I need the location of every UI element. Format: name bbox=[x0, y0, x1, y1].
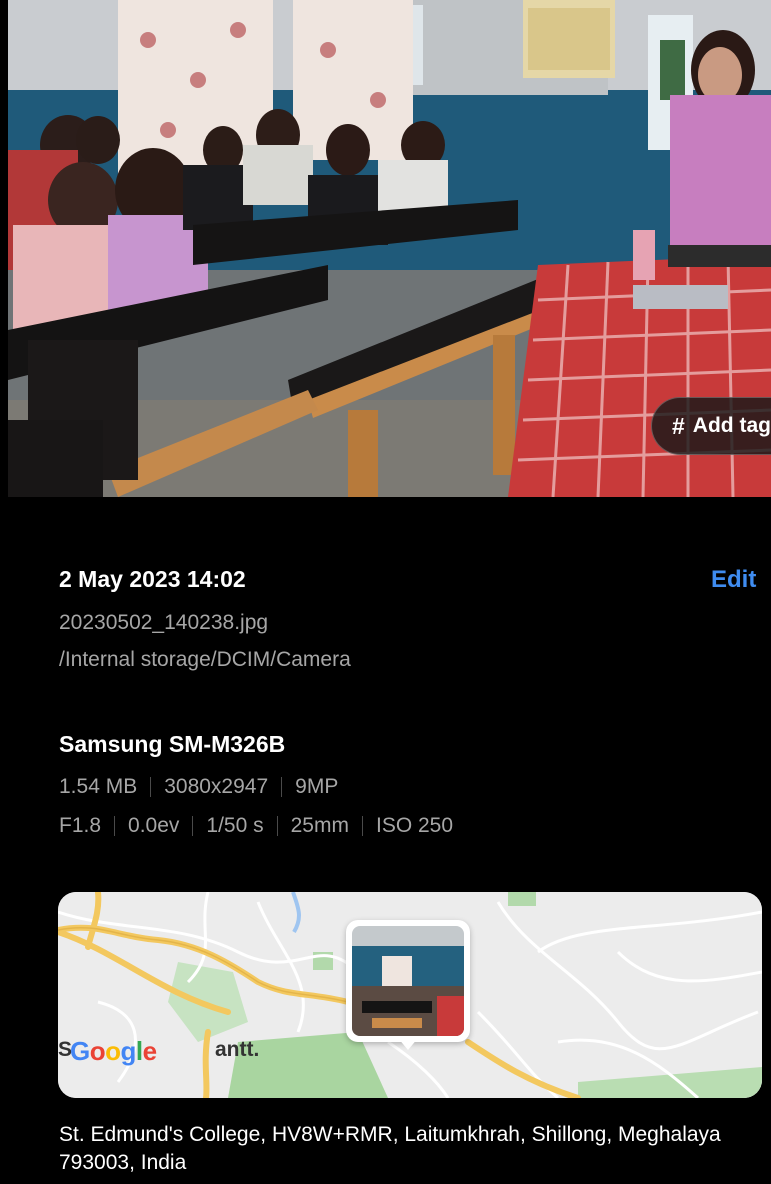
iso: ISO 250 bbox=[375, 814, 454, 837]
exposure-info-row: F1.8 0.0ev 1/50 s 25mm ISO 250 bbox=[59, 814, 453, 838]
separator bbox=[281, 777, 283, 797]
file-info-row: 1.54 MB 3080x2947 9MP bbox=[59, 775, 338, 799]
edit-button[interactable]: Edit bbox=[711, 566, 756, 594]
aperture: F1.8 bbox=[59, 814, 102, 837]
add-tag-button[interactable]: # Add tag bbox=[651, 397, 771, 455]
megapixels: 9MP bbox=[295, 775, 339, 798]
shutter-speed: 1/50 s bbox=[206, 814, 264, 837]
add-tag-label: Add tag bbox=[692, 414, 771, 437]
file-path: /Internal storage/DCIM/Camera bbox=[59, 648, 351, 671]
exposure-value: 0.0ev bbox=[128, 814, 180, 837]
hashtag-icon: # bbox=[672, 412, 685, 439]
map-place-label: antt. bbox=[215, 1038, 260, 1061]
focal-length: 25mm bbox=[290, 814, 349, 837]
separator bbox=[150, 777, 152, 797]
google-logo: Google bbox=[70, 1036, 157, 1066]
file-name: 20230502_140238.jpg bbox=[59, 611, 269, 634]
separator bbox=[114, 816, 116, 836]
separator bbox=[361, 816, 363, 836]
photo-preview[interactable]: # Add tag bbox=[8, 0, 771, 497]
file-size: 1.54 MB bbox=[59, 775, 138, 798]
separator bbox=[192, 816, 194, 836]
resolution: 3080x2947 bbox=[164, 775, 269, 798]
separator bbox=[276, 816, 278, 836]
location-address: St. Edmund's College, HV8W+RMR, Laitumkh… bbox=[59, 1123, 721, 1174]
pin-pointer bbox=[398, 1038, 418, 1050]
location-map[interactable]: S Google antt. bbox=[58, 892, 762, 1098]
date-time: 2 May 2023 14:02 bbox=[59, 566, 246, 592]
photo-thumbnail bbox=[352, 926, 464, 1036]
photo-location-pin[interactable] bbox=[346, 920, 470, 1050]
device-model: Samsung SM-M326B bbox=[59, 731, 286, 757]
